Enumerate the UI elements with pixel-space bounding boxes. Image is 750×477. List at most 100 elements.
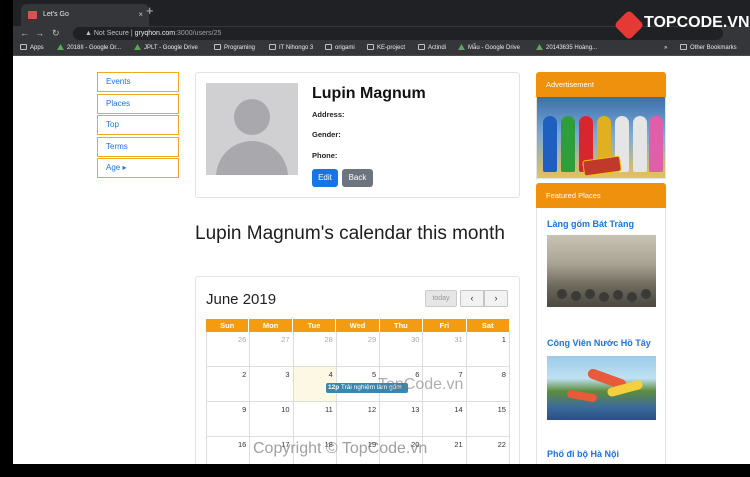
bookmark-item[interactable]: Actindi — [418, 41, 446, 56]
new-tab-button[interactable]: + — [146, 3, 154, 18]
folder-icon — [214, 44, 221, 50]
calendar-day[interactable]: 30 — [380, 332, 424, 367]
calendar-day[interactable]: 29 — [336, 332, 381, 367]
advertisement-header: Advertisement — [536, 72, 666, 97]
watermark-center: TopCode.vn — [378, 376, 464, 393]
folder-icon — [269, 44, 276, 50]
calendar-month-title: June 2019 — [206, 291, 277, 308]
apps-grid-icon — [20, 44, 27, 50]
topcode-logo: TOPCODE.VN — [613, 9, 750, 41]
edit-button[interactable]: Edit — [312, 169, 338, 187]
calendar-day[interactable]: 21 — [423, 437, 467, 464]
nav-item-events[interactable]: Events — [97, 72, 179, 92]
calendar-day[interactable]: 10 — [250, 402, 294, 437]
logo-text: TOPCODE.VN — [644, 14, 750, 31]
bookmark-item[interactable]: 2018II - Google Dr... — [57, 41, 121, 56]
nav-item-terms[interactable]: Terms — [97, 136, 179, 157]
calendar-day[interactable]: 31 — [423, 332, 467, 367]
gender-label: Gender: — [312, 130, 341, 139]
favicon-icon — [28, 11, 37, 19]
bookmark-item[interactable]: KE-project — [367, 41, 405, 56]
nav-item-top[interactable]: Top — [97, 115, 179, 135]
user-silhouette-icon — [234, 99, 270, 135]
calendar-day[interactable]: 15 — [466, 402, 510, 437]
other-bookmarks[interactable]: Other Bookmarks — [680, 41, 737, 56]
nav-item-age[interactable]: Age ▸ — [97, 158, 179, 178]
bookmark-item[interactable]: JPLT - Google Drive — [134, 41, 198, 56]
calendar: June 2019 today ‹ › Sun Mon Tue Wed Thu … — [195, 276, 520, 464]
drive-icon — [458, 44, 465, 50]
place-image[interactable] — [547, 356, 656, 420]
advertisement-banner[interactable] — [536, 97, 666, 179]
calendar-week: 9 10 11 12 13 14 15 — [206, 402, 510, 437]
calendar-day[interactable]: 28 — [293, 332, 337, 367]
weekday-label: Tue — [293, 319, 337, 332]
side-navigation: Events Places Top Terms Age ▸ — [97, 72, 179, 180]
weekday-label: Fri — [423, 319, 467, 332]
profile-card: Lupin Magnum Address: Gender: Phone: Edi… — [195, 72, 520, 198]
place-title-link[interactable]: Làng gốm Bát Tràng — [547, 219, 634, 229]
weekday-label: Thu — [380, 319, 424, 332]
calendar-day[interactable]: 1 — [466, 332, 510, 367]
today-button[interactable]: today — [425, 290, 457, 307]
calendar-day[interactable]: 12 — [336, 402, 381, 437]
weekday-label: Sun — [206, 319, 250, 332]
watermark-bottom: Copyright © TopCode.vn — [253, 440, 428, 457]
place-title-link[interactable]: Công Viên Nước Hồ Tây — [547, 338, 651, 348]
forward-arrow-icon[interactable]: → — [35, 26, 44, 41]
calendar-day[interactable]: 8 — [466, 367, 510, 402]
bookmarks-bar: Apps 2018II - Google Dr... JPLT - Google… — [13, 41, 750, 56]
page-content: Events Places Top Terms Age ▸ Lupin Magn… — [13, 57, 750, 464]
close-tab-icon[interactable]: × — [138, 4, 143, 26]
place-title-link[interactable]: Phố đi bộ Hà Nội — [547, 449, 619, 459]
folder-icon — [418, 44, 425, 50]
calendar-day[interactable]: 11 — [293, 402, 337, 437]
calendar-day[interactable]: 26 — [206, 332, 251, 367]
calendar-day[interactable]: 27 — [250, 332, 294, 367]
next-month-button[interactable]: › — [484, 290, 508, 307]
drive-icon — [536, 44, 543, 50]
calendar-day[interactable]: 2 — [206, 367, 251, 402]
featured-places-list: Làng gốm Bát Tràng Công Viên Nước Hồ Tây — [536, 208, 666, 464]
nav-item-places[interactable]: Places — [97, 93, 179, 114]
calendar-day[interactable]: 9 — [206, 402, 251, 437]
bookmark-item[interactable]: Mẫu - Google Drive — [458, 41, 520, 56]
bookmarks-overflow-icon[interactable]: » — [664, 41, 667, 56]
calendar-day[interactable]: 13 — [380, 402, 424, 437]
bookmark-item[interactable]: Programing — [214, 41, 255, 56]
url-path: :3000/users/25 — [175, 30, 222, 37]
back-button[interactable]: Back — [342, 169, 373, 187]
calendar-week: 26 27 28 29 30 31 1 — [206, 332, 510, 367]
url-host: gryqhon.com — [134, 30, 176, 37]
featured-places-header: Featured Places — [536, 183, 666, 208]
calendar-day[interactable]: 3 — [250, 367, 294, 402]
event-time: 12p — [328, 384, 340, 391]
weekday-label: Wed — [336, 319, 380, 332]
drive-icon — [134, 44, 141, 50]
back-arrow-icon[interactable]: ← — [20, 26, 29, 41]
profile-name: Lupin Magnum — [312, 85, 426, 102]
calendar-day[interactable]: 16 — [206, 437, 251, 464]
right-sidebar: Advertisement Featured Places Làng gốm B… — [536, 72, 666, 464]
folder-icon — [367, 44, 374, 50]
phone-label: Phone: — [312, 151, 338, 160]
address-label: Address: — [312, 110, 345, 119]
browser-window: Let's Go × + ← → ↻ ▲ Not Secure | gryqho… — [13, 0, 750, 464]
bookmark-item[interactable]: origami — [325, 41, 355, 56]
bookmark-item[interactable]: 20143635 Hoàng... — [536, 41, 597, 56]
bookmark-item[interactable]: IT Nihongo 3 — [269, 41, 313, 56]
weekday-label: Mon — [249, 319, 293, 332]
drive-icon — [57, 44, 64, 50]
bookmark-apps[interactable]: Apps — [20, 41, 44, 56]
warning-triangle-icon: ▲ — [85, 30, 94, 37]
weekday-header: Sun Mon Tue Wed Thu Fri Sat — [206, 319, 510, 332]
calendar-day[interactable]: 22 — [467, 437, 510, 464]
reload-icon[interactable]: ↻ — [52, 26, 60, 41]
folder-icon — [680, 44, 687, 50]
calendar-day[interactable]: 14 — [423, 402, 467, 437]
place-image[interactable] — [547, 235, 656, 307]
previous-month-button[interactable]: ‹ — [460, 290, 484, 307]
browser-tab[interactable]: Let's Go × — [21, 4, 149, 26]
folder-icon — [325, 44, 332, 50]
logo-badge-icon — [613, 9, 645, 41]
